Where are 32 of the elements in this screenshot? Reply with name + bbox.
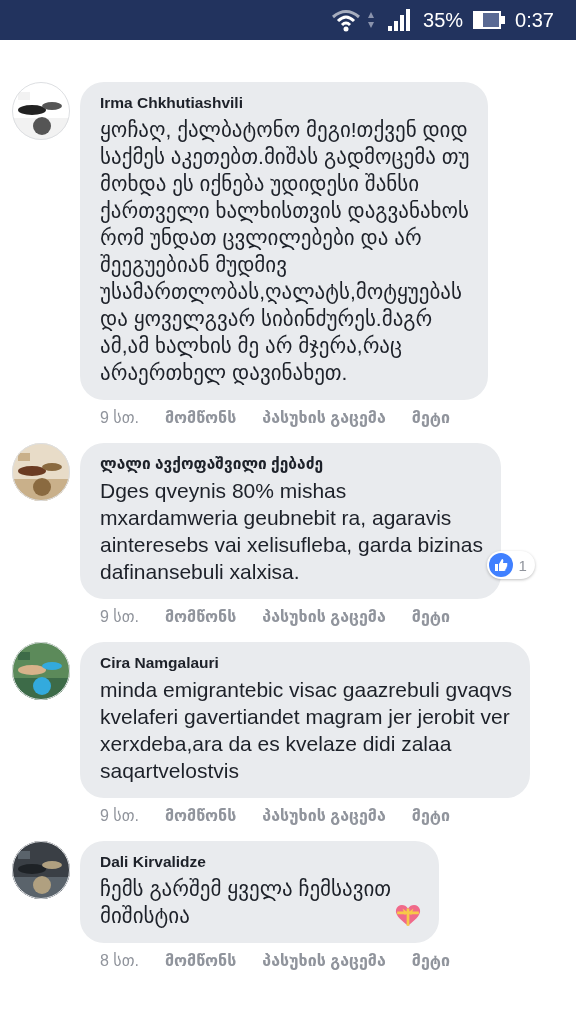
author-name[interactable]: Dali Kirvalidze (100, 853, 206, 871)
author-name[interactable]: Irma Chkhutiashvili (100, 94, 243, 112)
comment-time: 9 სთ. (100, 806, 139, 825)
comment-action-link[interactable]: მეტი (411, 951, 450, 970)
clock: 0:37 (515, 8, 554, 32)
comment-text: Dges qveynis 80% mishas mxardamweria geubnebit ra, agaravis ainteresebs vai xelisufleba, garda bizinas dafinansebuli xalxisa. (100, 478, 483, 585)
reaction-count: 1 (518, 556, 527, 574)
reaction-badge[interactable]: 1 (486, 551, 535, 579)
comment-action-link[interactable]: პასუხის გაცემა (262, 408, 386, 427)
data-arrows-icon (367, 10, 376, 30)
comment-action-link[interactable]: მომწონს (164, 951, 237, 970)
wifi-icon (331, 8, 362, 32)
comment-action-link[interactable]: მომწონს (164, 408, 237, 427)
comment-text: ყოჩაღ, ქალბატონო მეგი!თქვენ დიდ საქმეს აკეთებთ.მიშას გადმოცემა თუ მოხდა ეს იქნება უდიდესი შანსი ქართველი ხალხისთვის დაგვანახოს რომ უნდათ ცვლილებები და არ შეეგუებიან მუდმივ უსამართლობას,ღალატს,მოტყუებას და ყოველგვარ სიბინძურეს.მაგრ ამ,ამ ხალხის მე არ მჯერა,რაც არაერთხელ დავინახეთ. (100, 117, 470, 386)
author-name[interactable]: Cira Namgalauri (100, 654, 219, 672)
comment-text: ჩემს გარშემ ყველა ჩემსავით მიშისტია (100, 876, 392, 929)
comment-action-link[interactable]: მომწონს (164, 806, 237, 825)
comment-time: 9 სთ. (100, 607, 139, 626)
comment-text: minda emigrantebic visac gaazrebuli gvaqvs kvelaferi gavertiandet magram jer jerobit ver xerxdeba,ara da es kvelaze didi zalaa saqartvelostvis (100, 677, 513, 784)
comment-action-link[interactable]: მეტი (411, 408, 450, 427)
battery-icon (473, 10, 506, 30)
like-icon (488, 553, 513, 577)
comment-time: 9 სთ. (100, 408, 139, 427)
comment-action-link[interactable]: პასუხის გაცემა (262, 951, 386, 970)
battery-percent: 35% (423, 8, 464, 32)
comment-action-link[interactable]: მეტი (411, 806, 450, 825)
comment-action-link[interactable]: პასუხის გაცემა (262, 607, 386, 626)
comment-time: 8 სთ. (100, 951, 139, 970)
author-name[interactable]: ლალი ავქოფაშვილი ქებაძე (100, 455, 324, 473)
comment-action-link[interactable]: მეტი (411, 607, 450, 626)
comment-action-link[interactable]: პასუხის გაცემა (262, 806, 386, 825)
comment-action-link[interactable]: მომწონს (164, 607, 237, 626)
